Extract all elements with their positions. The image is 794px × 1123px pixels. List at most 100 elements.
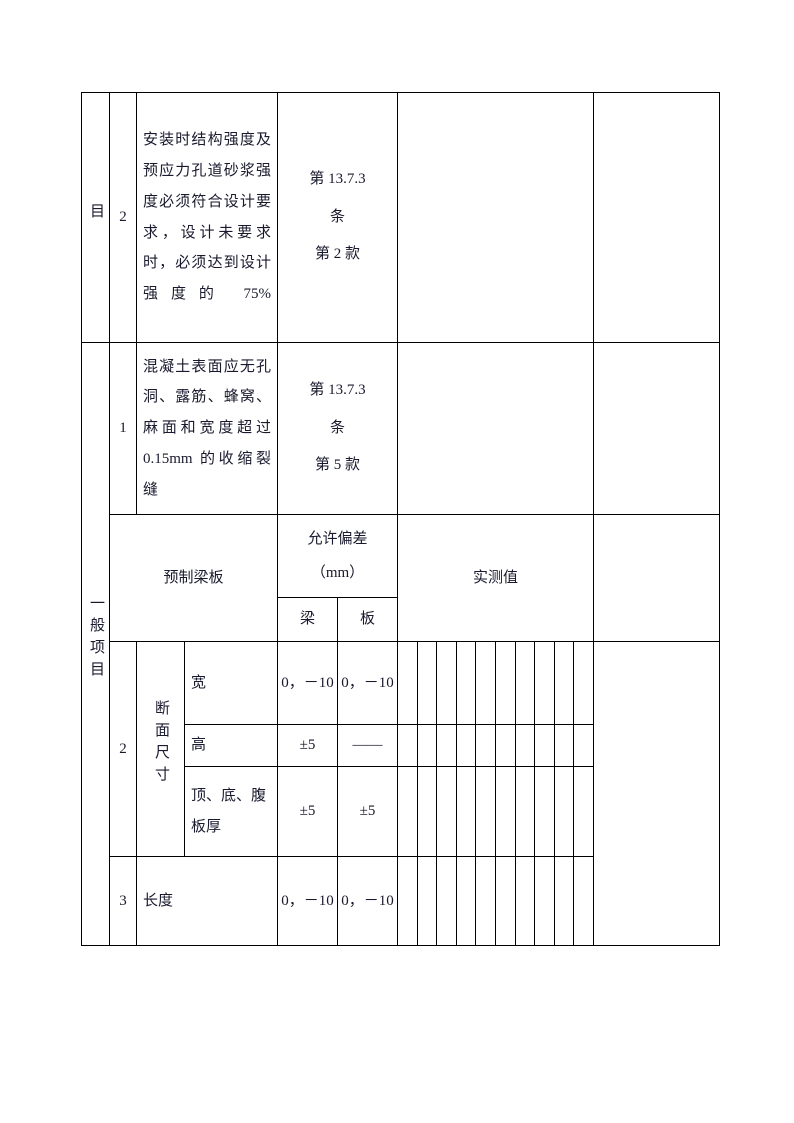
tolerance-sub-slab: 板 bbox=[360, 611, 376, 628]
measured-sub-cell[interactable] bbox=[514, 766, 536, 857]
measured-sub-cell[interactable] bbox=[494, 856, 516, 946]
measured-sub-cell[interactable] bbox=[416, 766, 438, 857]
group-label-cell: 断面尺寸 bbox=[136, 641, 185, 857]
requirement-text: 安装时结构强度及预应力孔道砂浆强度必须符合设计要求，设计未要求时，必须达到设计强… bbox=[143, 132, 271, 302]
measured-sub-cell[interactable] bbox=[514, 856, 536, 946]
measured-title: 实测值 bbox=[473, 569, 519, 586]
measured-sub-cell[interactable] bbox=[397, 724, 418, 767]
table-row: 目 2 安装时结构强度及预应力孔道砂浆强度必须符合设计要求，设计未要求时，必须达… bbox=[81, 92, 721, 343]
measured-sub-cell[interactable] bbox=[534, 766, 555, 857]
measured-sub-cell[interactable] bbox=[455, 766, 477, 857]
measured-sub-cell[interactable] bbox=[514, 641, 536, 725]
sub-item-name-cell: 长度 bbox=[136, 856, 278, 946]
measured-cell bbox=[397, 342, 595, 515]
measured-sub-cell[interactable] bbox=[475, 641, 496, 725]
measured-sub-cell[interactable] bbox=[573, 766, 595, 857]
measured-sub-cell[interactable] bbox=[534, 856, 555, 946]
measured-sub-cell[interactable] bbox=[534, 641, 555, 725]
measured-title-cell: 实测值 bbox=[397, 514, 595, 642]
measured-sub-cell[interactable] bbox=[397, 856, 418, 946]
tolerance-sub-beam-cell: 梁 bbox=[277, 597, 338, 642]
measured-sub-cell[interactable] bbox=[397, 641, 418, 725]
tolerance-beam-cell: ±5 bbox=[277, 766, 338, 857]
clause-cell: 第 13.7.3 条 第 5 款 bbox=[276, 342, 399, 515]
seq-value: 2 bbox=[119, 209, 127, 226]
seq-cell: 1 bbox=[109, 342, 137, 515]
item-title: 预制梁板 bbox=[163, 569, 224, 586]
measured-sub-cell[interactable] bbox=[436, 856, 457, 946]
inspection-table: 目 2 安装时结构强度及预应力孔道砂浆强度必须符合设计要求，设计未要求时，必须达… bbox=[81, 92, 721, 946]
measured-sub-cell[interactable] bbox=[455, 641, 477, 725]
measured-sub-cell[interactable] bbox=[436, 766, 457, 857]
measured-sub-cell[interactable] bbox=[475, 856, 496, 946]
measured-sub-cell[interactable] bbox=[573, 724, 595, 767]
tolerance-slab-cell: —— bbox=[336, 724, 399, 767]
category-label-general: 一般项目 bbox=[88, 594, 104, 683]
measured-sub-cell[interactable] bbox=[553, 724, 575, 767]
requirement-cell: 混凝土表面应无孔洞、露筋、蜂窝、麻面和宽度超过 0.15mm 的收缩裂缝 bbox=[136, 342, 278, 515]
clause-line-1: 第 13.7.3 bbox=[309, 170, 366, 187]
item-title-cell: 预制梁板 bbox=[109, 514, 278, 642]
tolerance-beam-value: 0，－10 bbox=[281, 892, 334, 909]
clause-line-3: 第 2 款 bbox=[315, 246, 361, 263]
category-label-mu: 目 bbox=[88, 202, 104, 222]
group-label: 断面尺寸 bbox=[153, 699, 169, 788]
measured-sub-cell[interactable] bbox=[494, 641, 516, 725]
measured-sub-cell[interactable] bbox=[455, 856, 477, 946]
requirement-text: 混凝土表面应无孔洞、露筋、蜂窝、麻面和宽度超过 0.15mm 的收缩裂缝 bbox=[143, 358, 271, 498]
seq-cell: 2 bbox=[109, 92, 137, 343]
tolerance-beam-cell: 0，－10 bbox=[277, 641, 338, 725]
sub-item-name-cell: 宽 bbox=[184, 641, 278, 725]
measured-sub-cell[interactable] bbox=[553, 766, 575, 857]
clause-line-1: 第 13.7.3 bbox=[309, 381, 366, 398]
tolerance-title-line-1: 允许偏差 bbox=[307, 530, 368, 547]
measured-sub-cell[interactable] bbox=[397, 766, 418, 857]
measured-sub-cell[interactable] bbox=[514, 724, 536, 767]
measured-sub-cell[interactable] bbox=[416, 724, 438, 767]
measured-sub-cell[interactable] bbox=[494, 724, 516, 767]
measured-sub-cell[interactable] bbox=[475, 766, 496, 857]
measured-sub-cell[interactable] bbox=[436, 724, 457, 767]
measured-sub-cell[interactable] bbox=[573, 856, 595, 946]
category-cell-mu: 目 bbox=[81, 92, 110, 343]
tolerance-beam-cell: ±5 bbox=[277, 724, 338, 767]
tolerance-slab-cell: ±5 bbox=[336, 766, 399, 857]
tolerance-beam-value: ±5 bbox=[299, 737, 316, 754]
tolerance-sub-beam: 梁 bbox=[299, 611, 315, 628]
seq-value: 2 bbox=[119, 740, 127, 757]
tolerance-slab-value: ±5 bbox=[359, 803, 376, 820]
sub-item-name: 长度 bbox=[143, 892, 174, 909]
measured-sub-cell[interactable] bbox=[416, 856, 438, 946]
clause-cell: 第 13.7.3 条 第 2 款 bbox=[276, 92, 399, 343]
clause-line-2: 条 bbox=[330, 208, 346, 225]
remark-cell bbox=[593, 514, 721, 642]
measured-sub-cell[interactable] bbox=[573, 641, 595, 725]
measured-sub-cell[interactable] bbox=[455, 724, 477, 767]
sub-item-name: 宽 bbox=[191, 674, 207, 691]
measured-sub-cell[interactable] bbox=[416, 641, 438, 725]
measured-sub-cell[interactable] bbox=[534, 724, 555, 767]
sub-item-name-cell: 顶、底、腹板厚 bbox=[184, 766, 278, 857]
tolerance-beam-cell: 0，－10 bbox=[277, 856, 338, 946]
seq-value: 1 bbox=[119, 420, 127, 437]
measured-sub-cell[interactable] bbox=[494, 766, 516, 857]
tolerance-slab-cell: 0，－10 bbox=[336, 641, 399, 725]
tolerance-beam-value: ±5 bbox=[299, 803, 316, 820]
seq-cell: 3 bbox=[109, 856, 137, 946]
sub-item-name-cell: 高 bbox=[184, 724, 278, 767]
tolerance-slab-value: 0，－10 bbox=[341, 892, 394, 909]
table-header-row: 预制梁板 允许偏差 （mm） 实测值 bbox=[82, 514, 721, 642]
tolerance-beam-value: 0，－10 bbox=[281, 674, 334, 691]
table-row: 2 断面尺寸 宽 0，－10 0，－10 bbox=[82, 641, 721, 946]
measured-sub-cell[interactable] bbox=[553, 856, 575, 946]
measured-sub-cell[interactable] bbox=[436, 641, 457, 725]
measured-sub-cell[interactable] bbox=[553, 641, 575, 725]
tolerance-sub-slab-cell: 板 bbox=[336, 597, 399, 642]
clause-line-3: 第 5 款 bbox=[315, 457, 361, 474]
measured-sub-cell[interactable] bbox=[475, 724, 496, 767]
seq-cell: 2 bbox=[109, 641, 137, 857]
remark-cell bbox=[593, 92, 721, 343]
tolerance-slab-value: —— bbox=[352, 737, 383, 754]
tolerance-title-line-2: （mm） bbox=[310, 565, 365, 581]
sub-item-name: 高 bbox=[191, 737, 207, 754]
